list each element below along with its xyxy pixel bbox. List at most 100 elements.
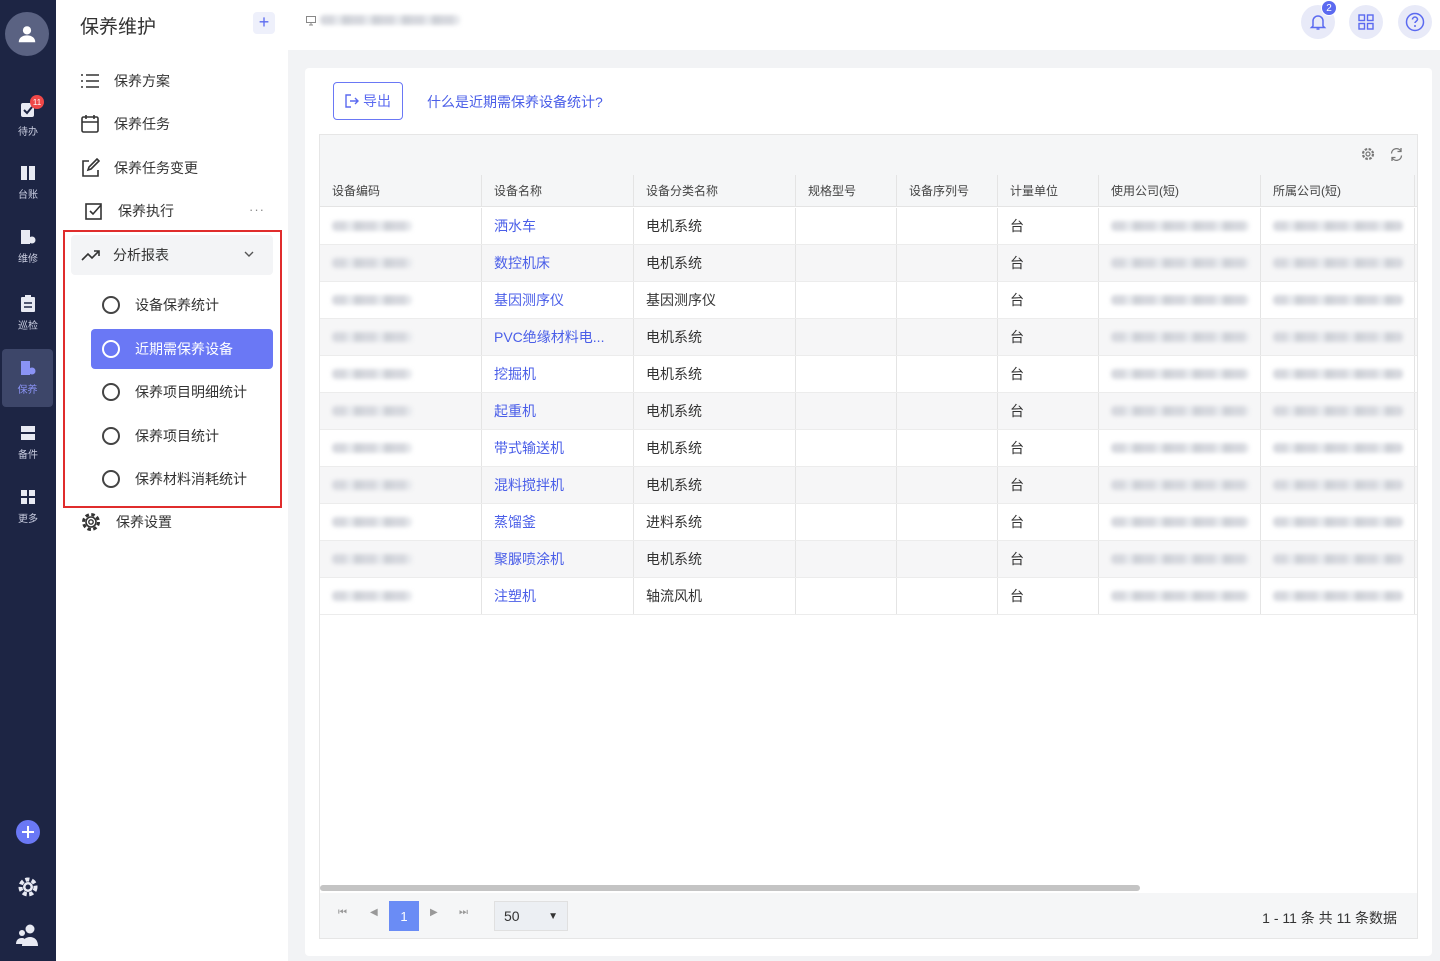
empty-cell bbox=[796, 245, 897, 281]
column-header[interactable]: 设备序列号 bbox=[897, 175, 998, 206]
repair-icon bbox=[21, 230, 36, 244]
table-row[interactable]: PVC绝缘材料电... 电机系统 台 bbox=[320, 319, 1417, 356]
page-number-button[interactable]: 1 bbox=[389, 901, 419, 931]
column-header[interactable]: 设备名称 bbox=[482, 175, 634, 206]
horizontal-scrollbar[interactable] bbox=[320, 885, 1140, 891]
help-button[interactable] bbox=[1398, 5, 1432, 39]
equipment-name-link[interactable]: 注塑机 bbox=[494, 586, 536, 606]
table-row[interactable]: 带式输送机 电机系统 台 bbox=[320, 430, 1417, 467]
empty-cell bbox=[796, 541, 897, 577]
column-header[interactable]: 设备编码 bbox=[320, 175, 482, 206]
more-options-button[interactable]: ··· bbox=[249, 202, 265, 217]
equipment-name-link[interactable]: 数控机床 bbox=[494, 253, 550, 273]
apps-button[interactable] bbox=[1349, 5, 1383, 39]
sidebar-item-label: 保养任务 bbox=[114, 116, 170, 132]
category-cell: 轴流风机 bbox=[634, 578, 796, 614]
equipment-name-link[interactable]: 蒸馏釜 bbox=[494, 512, 536, 532]
redacted-value bbox=[332, 332, 412, 342]
ledger-icon bbox=[21, 166, 35, 180]
rail-item-todo[interactable]: 11 待办 bbox=[0, 90, 56, 148]
top-bar: 2 bbox=[288, 0, 1440, 50]
unit-cell: 台 bbox=[998, 319, 1099, 355]
user-avatar[interactable] bbox=[5, 12, 49, 56]
empty-cell bbox=[796, 578, 897, 614]
redacted-value bbox=[332, 221, 412, 231]
equipment-name-link[interactable]: 聚脲喷涂机 bbox=[494, 549, 564, 569]
table-row[interactable]: 蒸馏釜 进料系统 台 bbox=[320, 504, 1417, 541]
refresh-icon[interactable] bbox=[1389, 147, 1404, 162]
rail-item-repair[interactable]: 维修 bbox=[0, 218, 56, 276]
column-header[interactable]: 设备分类名称 bbox=[634, 175, 796, 206]
equipment-name-cell: 起重机 bbox=[482, 393, 634, 429]
table-row[interactable]: 混料搅拌机 电机系统 台 bbox=[320, 467, 1417, 504]
export-icon bbox=[345, 94, 359, 108]
redacted-value bbox=[1273, 591, 1403, 601]
table-row[interactable]: 挖掘机 电机系统 台 bbox=[320, 356, 1417, 393]
unit-cell: 台 bbox=[998, 208, 1099, 244]
export-button[interactable]: 导出 bbox=[333, 82, 403, 120]
column-header[interactable]: 计量单位 bbox=[998, 175, 1099, 206]
category-cell: 电机系统 bbox=[634, 319, 796, 355]
sidebar-item-settings[interactable]: 保养设置 bbox=[80, 508, 172, 536]
column-header[interactable]: 所属公司(短) bbox=[1261, 175, 1415, 206]
sidebar-item-task[interactable]: 保养任务 bbox=[80, 110, 170, 138]
rail-item-ledger[interactable]: 台账 bbox=[0, 154, 56, 212]
empty-cell bbox=[897, 467, 998, 503]
rail-label-repair: 维修 bbox=[18, 254, 38, 265]
equipment-name-link[interactable]: 带式输送机 bbox=[494, 438, 564, 458]
table-row[interactable]: 洒水车 电机系统 台 bbox=[320, 208, 1417, 245]
equipment-name-link[interactable]: 起重机 bbox=[494, 401, 536, 421]
equipment-name-link[interactable]: 挖掘机 bbox=[494, 364, 536, 384]
redacted-value bbox=[1273, 258, 1403, 268]
checkbox-icon bbox=[85, 203, 102, 220]
prev-page-button[interactable]: ◀ bbox=[370, 907, 378, 918]
last-page-button[interactable]: ⏭ bbox=[459, 907, 468, 918]
redacted-cell bbox=[1099, 282, 1261, 318]
category-cell: 进料系统 bbox=[634, 504, 796, 540]
notification-button[interactable]: 2 bbox=[1301, 0, 1337, 39]
table-toolbar bbox=[320, 135, 1417, 175]
category-cell: 电机系统 bbox=[634, 208, 796, 244]
rail-item-spare-parts[interactable]: 备件 bbox=[0, 414, 56, 472]
rail-add-button[interactable] bbox=[0, 820, 56, 844]
rail-users-button[interactable] bbox=[0, 922, 56, 948]
list-icon bbox=[81, 74, 99, 88]
first-page-button[interactable]: ⏮ bbox=[338, 907, 347, 918]
column-header[interactable]: 使用公司(短) bbox=[1099, 175, 1261, 206]
sidebar-item-task-change[interactable]: 保养任务变更 bbox=[80, 154, 198, 182]
equipment-name-link[interactable]: 基因测序仪 bbox=[494, 290, 564, 310]
rail-item-maintenance[interactable]: 保养 bbox=[2, 349, 53, 407]
equipment-name-link[interactable]: 洒水车 bbox=[494, 216, 536, 236]
sidebar-item-plan[interactable]: 保养方案 bbox=[80, 67, 170, 95]
redacted-cell bbox=[1099, 541, 1261, 577]
column-header[interactable]: 规格型号 bbox=[796, 175, 897, 206]
empty-cell bbox=[897, 578, 998, 614]
sidebar-item-execution[interactable]: 保养执行 bbox=[84, 197, 174, 225]
rail-settings-button[interactable] bbox=[0, 875, 56, 899]
table-row[interactable]: 注塑机 轴流风机 台 bbox=[320, 578, 1417, 615]
redacted-cell bbox=[1261, 245, 1415, 281]
category-cell: 电机系统 bbox=[634, 356, 796, 392]
help-link[interactable]: 什么是近期需保养设备统计? bbox=[427, 92, 603, 112]
settings-icon[interactable] bbox=[1361, 147, 1375, 161]
empty-cell bbox=[796, 467, 897, 503]
equipment-name-link[interactable]: 混料搅拌机 bbox=[494, 475, 564, 495]
redacted-value bbox=[1273, 369, 1403, 379]
redacted-cell bbox=[1261, 504, 1415, 540]
rail-item-more[interactable]: 更多 bbox=[0, 478, 56, 536]
next-page-button[interactable]: ▶ bbox=[430, 907, 438, 918]
equipment-name-link[interactable]: PVC绝缘材料电... bbox=[494, 327, 604, 347]
redacted-cell bbox=[320, 208, 482, 244]
table-row[interactable]: 起重机 电机系统 台 bbox=[320, 393, 1417, 430]
redacted-cell bbox=[320, 356, 482, 392]
sidebar-add-button[interactable]: + bbox=[253, 12, 275, 34]
unit-cell: 台 bbox=[998, 467, 1099, 503]
todo-badge: 11 bbox=[30, 95, 44, 109]
table-row[interactable]: 基因测序仪 基因测序仪 台 bbox=[320, 282, 1417, 319]
empty-cell bbox=[897, 430, 998, 466]
redacted-cell bbox=[1099, 504, 1261, 540]
table-row[interactable]: 聚脲喷涂机 电机系统 台 bbox=[320, 541, 1417, 578]
page-size-select[interactable]: 50 ▼ bbox=[494, 901, 568, 931]
rail-item-inspection[interactable]: 巡检 bbox=[0, 284, 56, 342]
table-row[interactable]: 数控机床 电机系统 台 bbox=[320, 245, 1417, 282]
